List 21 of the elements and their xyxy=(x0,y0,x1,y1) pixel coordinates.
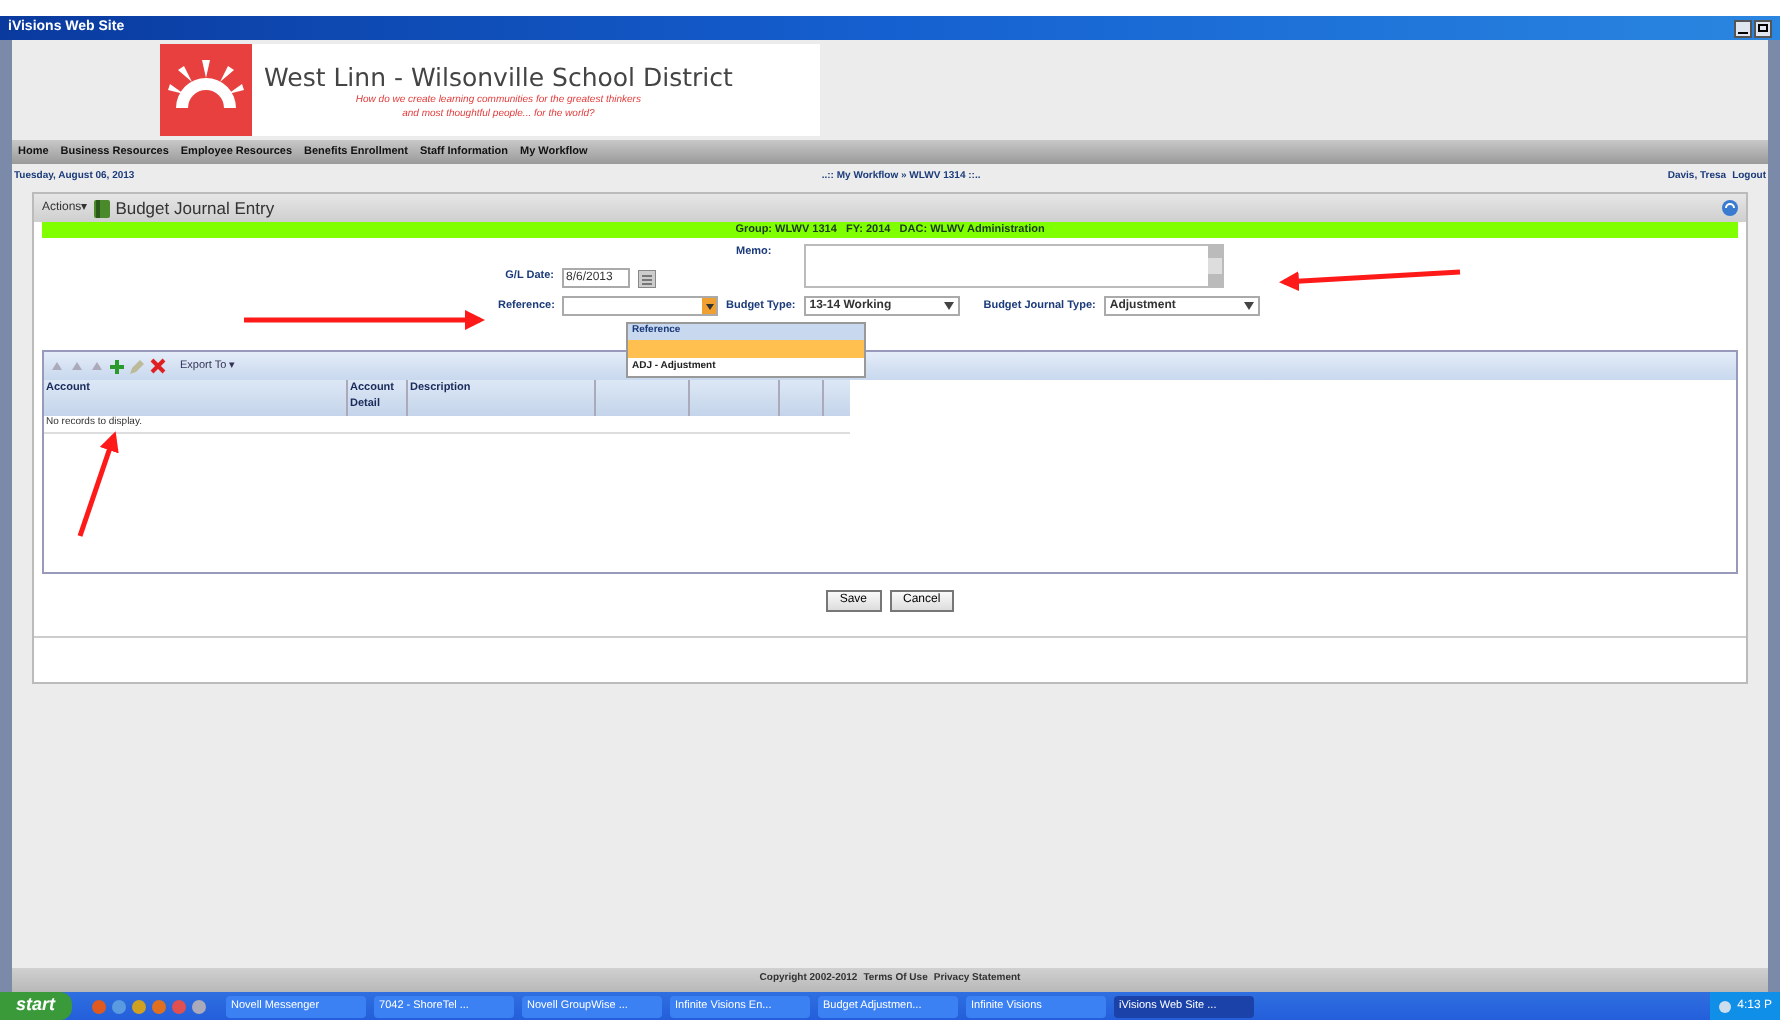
scroll-up-button[interactable] xyxy=(1207,246,1222,258)
banner-title: West Linn - Wilsonville School District xyxy=(264,59,733,93)
panel-title: Budget Journal Entry xyxy=(115,195,275,221)
minimize-button[interactable] xyxy=(1734,19,1752,37)
caret-icon xyxy=(705,303,713,309)
tray-icon[interactable] xyxy=(1717,999,1732,1013)
pencil-icon[interactable] xyxy=(130,359,144,373)
refresh-icon[interactable] xyxy=(1722,200,1738,216)
add-icon[interactable] xyxy=(110,359,124,373)
restore-button[interactable] xyxy=(1754,19,1772,37)
book-icon xyxy=(93,199,110,217)
delete-icon[interactable] xyxy=(150,358,166,374)
dropdown-button[interactable] xyxy=(702,298,716,314)
caret-icon xyxy=(943,302,954,310)
scroll-down-button[interactable] xyxy=(1207,274,1222,286)
calendar-icon[interactable] xyxy=(638,270,656,288)
dropdown-option[interactable] xyxy=(628,340,864,358)
annotation-arrow xyxy=(77,431,119,537)
start-button[interactable]: start xyxy=(0,992,72,1020)
memo-field[interactable] xyxy=(803,244,1224,288)
caret-icon xyxy=(1243,302,1254,310)
